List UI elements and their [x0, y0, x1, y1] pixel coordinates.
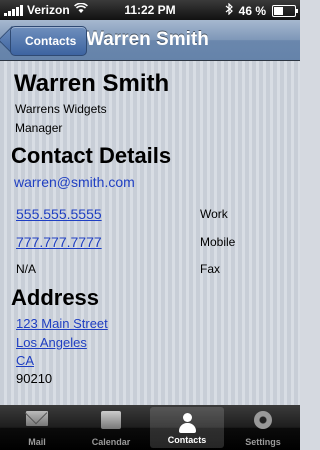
bluetooth-icon: [225, 2, 233, 18]
nav-title: Warren Smith: [86, 29, 209, 50]
tab-mail[interactable]: Mail: [0, 405, 74, 450]
fax-label: Fax: [200, 262, 221, 276]
contact-detail: Warren Smith Warrens Widgets Manager Con…: [0, 61, 300, 405]
contact-company: Warrens Widgets: [15, 102, 107, 116]
address-heading: Address: [11, 285, 100, 310]
navigation-bar: Contacts Warren Smith: [0, 20, 300, 61]
calendar-icon: [101, 411, 121, 429]
battery-percent: 46 %: [238, 3, 266, 18]
contacts-icon: [177, 413, 197, 433]
tab-bar: Mail Calendar Contacts Settings: [0, 405, 300, 450]
tab-contacts-label: Contacts: [167, 435, 207, 445]
phone-work-link[interactable]: 555.555.5555: [16, 206, 102, 222]
tab-calendar[interactable]: Calendar: [74, 405, 148, 450]
address-street-link[interactable]: 123 Main Street: [16, 316, 108, 331]
tab-contacts[interactable]: Contacts: [150, 407, 224, 448]
status-right: 46 %: [225, 2, 298, 18]
contact-details-heading: Contact Details: [11, 143, 172, 168]
address-state-link[interactable]: CA: [16, 353, 34, 368]
email-link[interactable]: warren@smith.com: [14, 174, 135, 190]
phone-mobile-link[interactable]: 777.777.7777: [16, 234, 102, 250]
contact-job-title: Manager: [15, 121, 63, 135]
address-zip: 90210: [16, 371, 53, 386]
battery-icon: [272, 4, 298, 17]
tab-settings-label: Settings: [245, 437, 281, 447]
settings-icon: [254, 411, 272, 429]
tab-settings[interactable]: Settings: [226, 405, 300, 450]
back-button-contacts[interactable]: Contacts: [10, 26, 88, 56]
tab-calendar-label: Calendar: [91, 437, 131, 447]
battery-fill: [274, 6, 284, 15]
phone-mobile-label: Mobile: [200, 235, 236, 249]
status-bar: Verizon 11:22 PM 46 %: [0, 0, 300, 20]
phone-work-label: Work: [200, 207, 228, 221]
address-city-link[interactable]: Los Angeles: [16, 335, 87, 350]
tab-mail-label: Mail: [28, 437, 46, 447]
contact-name: Warren Smith: [14, 70, 170, 97]
mail-icon: [26, 411, 48, 426]
fax-value: N/A: [16, 262, 37, 276]
